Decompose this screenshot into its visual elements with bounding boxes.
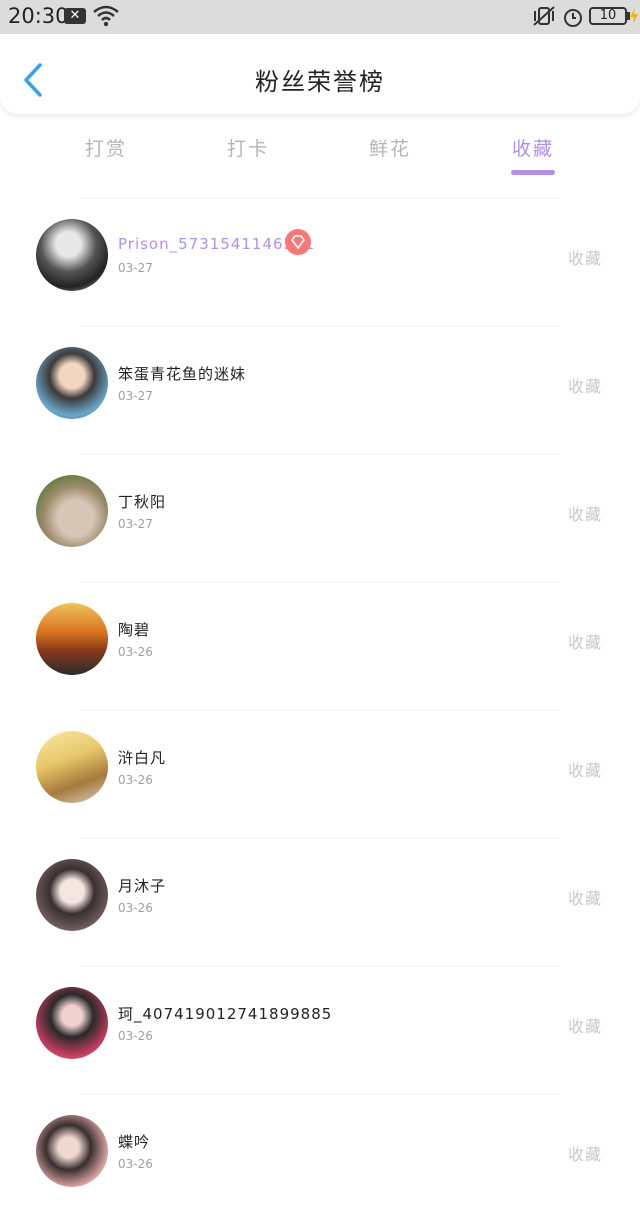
fan-name: 陶碧 — [118, 621, 151, 639]
battery-indicator: 10 — [589, 7, 627, 25]
charging-bolt-icon — [630, 8, 638, 24]
vibrate-off-icon — [533, 6, 555, 26]
alarm-icon — [564, 9, 582, 27]
fan-row[interactable]: 丁秋阳 03-27 收藏 — [0, 455, 640, 582]
fan-date: 03-26 — [118, 645, 153, 659]
fan-row[interactable]: Prison_5731541146371 03-27 收藏 — [0, 199, 640, 326]
tab-checkin[interactable]: 打卡 — [198, 134, 298, 161]
fan-action-label: 收藏 — [567, 633, 602, 652]
wifi-icon — [93, 5, 119, 27]
fan-row[interactable]: 珂_407419012741899885 03-26 收藏 — [0, 967, 640, 1094]
fan-row[interactable]: 陶碧 03-26 收藏 — [0, 583, 640, 710]
fan-date: 03-27 — [118, 517, 153, 531]
tab-bar: 打赏 打卡 鲜花 收藏 — [0, 130, 640, 180]
fan-date: 03-27 — [118, 389, 153, 403]
fan-row[interactable]: 浒白凡 03-26 收藏 — [0, 711, 640, 838]
fan-name: 丁秋阳 — [118, 493, 167, 511]
tab-reward[interactable]: 打赏 — [56, 134, 156, 161]
status-bar: 20:30 ✕ 10 — [0, 0, 640, 34]
fan-action-label: 收藏 — [567, 761, 602, 780]
fan-action-label: 收藏 — [567, 1145, 602, 1164]
page-title: 粉丝荣誉榜 — [255, 68, 385, 96]
fan-row[interactable]: 笨蛋青花鱼的迷妹 03-27 收藏 — [0, 327, 640, 454]
notification-x-icon: ✕ — [64, 8, 86, 24]
fan-list: Prison_5731541146371 03-27 收藏 笨蛋青花鱼的迷妹 0… — [0, 198, 640, 1222]
tab-collect[interactable]: 收藏 — [483, 134, 583, 161]
diamond-badge-icon — [285, 229, 311, 255]
fan-row[interactable]: 蝶吟 03-26 收藏 — [0, 1095, 640, 1222]
tab-flowers[interactable]: 鲜花 — [340, 134, 440, 161]
fan-name: 笨蛋青花鱼的迷妹 — [118, 365, 247, 383]
fan-row[interactable]: 月沐子 03-26 收藏 — [0, 839, 640, 966]
avatar[interactable] — [36, 219, 108, 291]
fan-action-label: 收藏 — [567, 505, 602, 524]
battery-level: 10 — [599, 8, 617, 23]
fan-name: 浒白凡 — [118, 749, 167, 767]
avatar[interactable] — [36, 731, 108, 803]
fan-name: 蝶吟 — [118, 1133, 151, 1151]
fan-date: 03-26 — [118, 901, 153, 915]
status-time: 20:30 — [8, 4, 69, 28]
fan-date: 03-26 — [118, 1157, 153, 1171]
fan-date: 03-26 — [118, 773, 153, 787]
fan-action-label: 收藏 — [567, 889, 602, 908]
fan-name: 珂_407419012741899885 — [118, 1005, 333, 1023]
avatar[interactable] — [36, 987, 108, 1059]
avatar[interactable] — [36, 603, 108, 675]
avatar[interactable] — [36, 1115, 108, 1187]
avatar[interactable] — [36, 859, 108, 931]
fan-action-label: 收藏 — [567, 1017, 602, 1036]
active-tab-indicator — [511, 170, 555, 175]
fan-date: 03-27 — [118, 261, 153, 275]
fan-action-label: 收藏 — [567, 377, 602, 396]
fan-name: 月沐子 — [118, 877, 167, 895]
fan-action-label: 收藏 — [567, 249, 602, 268]
fan-date: 03-26 — [118, 1029, 153, 1043]
avatar[interactable] — [36, 475, 108, 547]
page-header: 粉丝荣誉榜 — [0, 34, 640, 114]
avatar[interactable] — [36, 347, 108, 419]
